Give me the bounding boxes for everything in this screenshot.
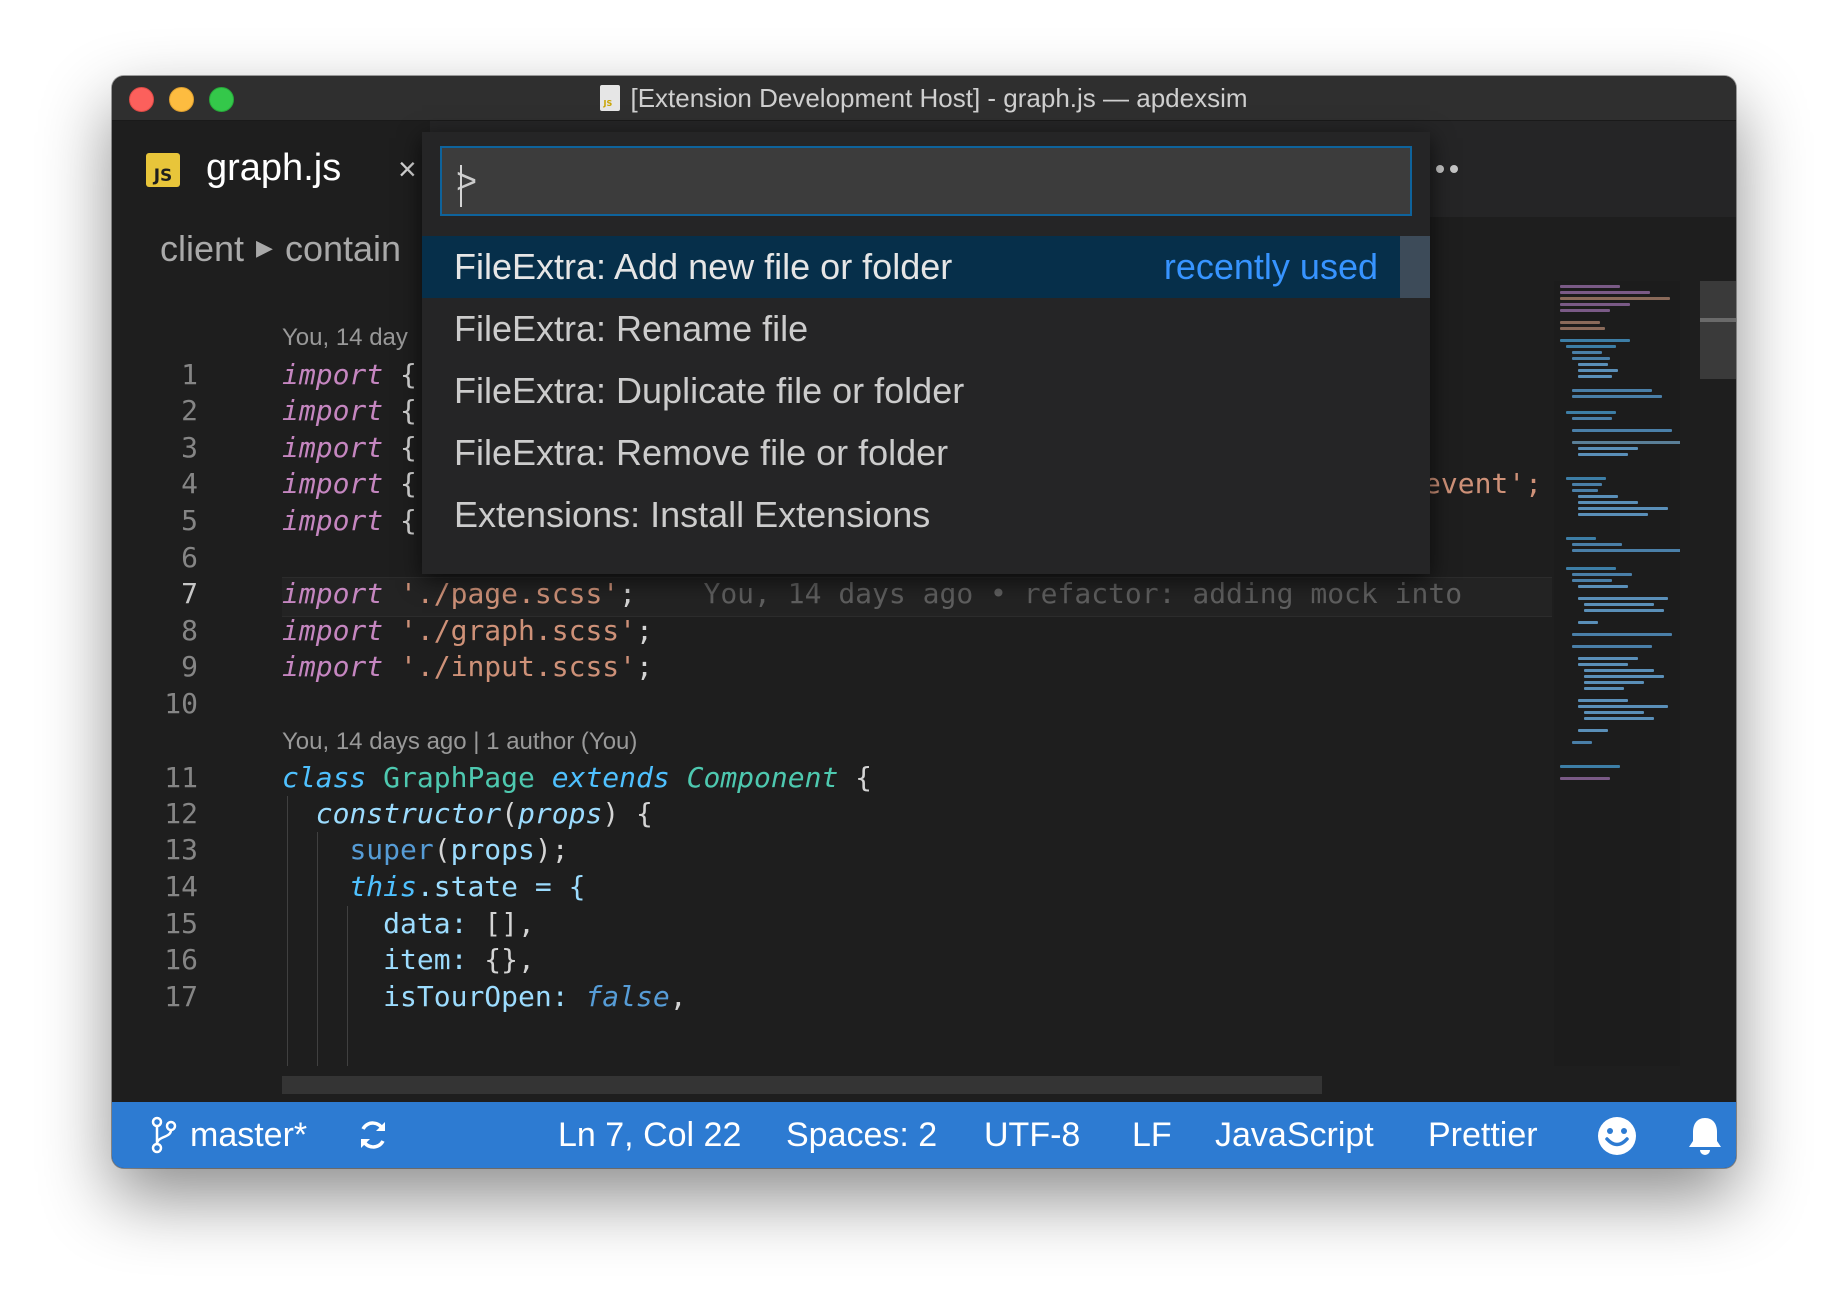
- code-line: import {: [282, 467, 417, 500]
- code-line: class GraphPage extends Component {: [282, 761, 873, 794]
- recently-used-hint: recently used: [1163, 246, 1378, 287]
- palette-item-install-extensions[interactable]: Extensions: Install Extensions: [422, 484, 1430, 546]
- line-number: 1: [181, 358, 198, 391]
- git-branch-icon: [151, 1116, 177, 1154]
- window-title-wrap: [Extension Development Host] - graph.js …: [112, 76, 1736, 120]
- horizontal-scrollbar[interactable]: [282, 1076, 1322, 1094]
- codelens-blame[interactable]: You, 14 day: [282, 324, 408, 352]
- smiley-feedback-icon[interactable]: [1596, 1115, 1638, 1157]
- sync-icon[interactable]: [356, 1118, 390, 1152]
- javascript-file-icon: JS: [146, 153, 180, 187]
- indentation-status[interactable]: Spaces: 2: [786, 1102, 937, 1168]
- line-number: 16: [164, 943, 198, 976]
- editor-window: [Extension Development Host] - graph.js …: [112, 76, 1736, 1168]
- line-number: 15: [164, 907, 198, 940]
- text-cursor: [460, 165, 462, 207]
- branch-status[interactable]: master*: [190, 1102, 307, 1168]
- line-number: 17: [164, 980, 198, 1013]
- line-number: 3: [181, 431, 198, 464]
- code-line: import {: [282, 431, 417, 464]
- line-number-current: 7: [181, 577, 198, 610]
- code-line: constructor(props) {: [315, 797, 653, 830]
- line-number: 12: [164, 797, 198, 830]
- encoding-status[interactable]: UTF-8: [984, 1102, 1080, 1168]
- palette-item-add-file-or-folder[interactable]: FileExtra: Add new file or folder recent…: [422, 236, 1430, 298]
- title-bar: [Extension Development Host] - graph.js …: [112, 76, 1736, 121]
- code-line: isTourOpen: false,: [383, 980, 687, 1013]
- code-line: import {: [282, 358, 417, 391]
- palette-scrollbar-thumb[interactable]: [1400, 236, 1430, 298]
- palette-item-duplicate-file-or-folder[interactable]: FileExtra: Duplicate file or folder: [422, 360, 1430, 422]
- line-ending-status[interactable]: LF: [1132, 1102, 1172, 1168]
- palette-item-remove-file-or-folder[interactable]: FileExtra: Remove file or folder: [422, 422, 1430, 484]
- line-number: 2: [181, 394, 198, 427]
- cursor-position-status[interactable]: Ln 7, Col 22: [558, 1102, 741, 1168]
- notification-bell-icon[interactable]: [1686, 1114, 1724, 1156]
- code-line: import {: [282, 394, 417, 427]
- vertical-scrollbar[interactable]: [1680, 281, 1736, 1066]
- code-line: item: {},: [383, 943, 535, 976]
- line-number: 4: [181, 467, 198, 500]
- inline-blame: You, 14 days ago • refactor: adding mock…: [703, 577, 1463, 610]
- line-number: 6: [181, 541, 198, 574]
- line-number: 11: [164, 761, 198, 794]
- language-mode-status[interactable]: JavaScript: [1215, 1102, 1374, 1168]
- tab-label: graph.js: [206, 147, 342, 189]
- line-number: 14: [164, 870, 198, 903]
- scrollbar-thumb[interactable]: [1700, 281, 1736, 379]
- code-line: import './graph.scss';: [282, 614, 653, 647]
- status-bar: master* Ln 7, Col 22 Spaces: 2 UTF-8 LF …: [112, 1102, 1736, 1168]
- line-number: 9: [181, 650, 198, 683]
- code-line: this.state = {: [349, 870, 586, 903]
- code-line: super(props);: [349, 833, 569, 866]
- tab-graph-js[interactable]: JS graph.js ×: [112, 121, 430, 217]
- window-title: [Extension Development Host] - graph.js …: [630, 82, 1248, 113]
- code-line: data: [],: [383, 907, 535, 940]
- formatter-status[interactable]: Prettier: [1428, 1102, 1538, 1168]
- line-number: 8: [181, 614, 198, 647]
- line-number: 13: [164, 833, 198, 866]
- command-palette: FileExtra: Add new file or folder recent…: [422, 132, 1430, 574]
- line-number: 10: [164, 687, 198, 720]
- code-fragment: event';: [1424, 467, 1543, 500]
- code-line: import {: [282, 504, 417, 537]
- code-line: import './input.scss';: [282, 650, 653, 683]
- codelens-class-blame[interactable]: You, 14 days ago | 1 author (You): [282, 728, 637, 756]
- command-palette-input[interactable]: [440, 146, 1412, 216]
- js-document-icon: [600, 85, 621, 111]
- palette-item-rename-file[interactable]: FileExtra: Rename file: [422, 298, 1430, 360]
- tab-close-icon[interactable]: ×: [398, 151, 417, 188]
- scrollbar-cursor-marker: [1700, 318, 1736, 322]
- code-line-current: import './page.scss'; You, 14 days ago •…: [282, 577, 1463, 610]
- minimap[interactable]: [1554, 281, 1680, 1066]
- line-number: 5: [181, 504, 198, 537]
